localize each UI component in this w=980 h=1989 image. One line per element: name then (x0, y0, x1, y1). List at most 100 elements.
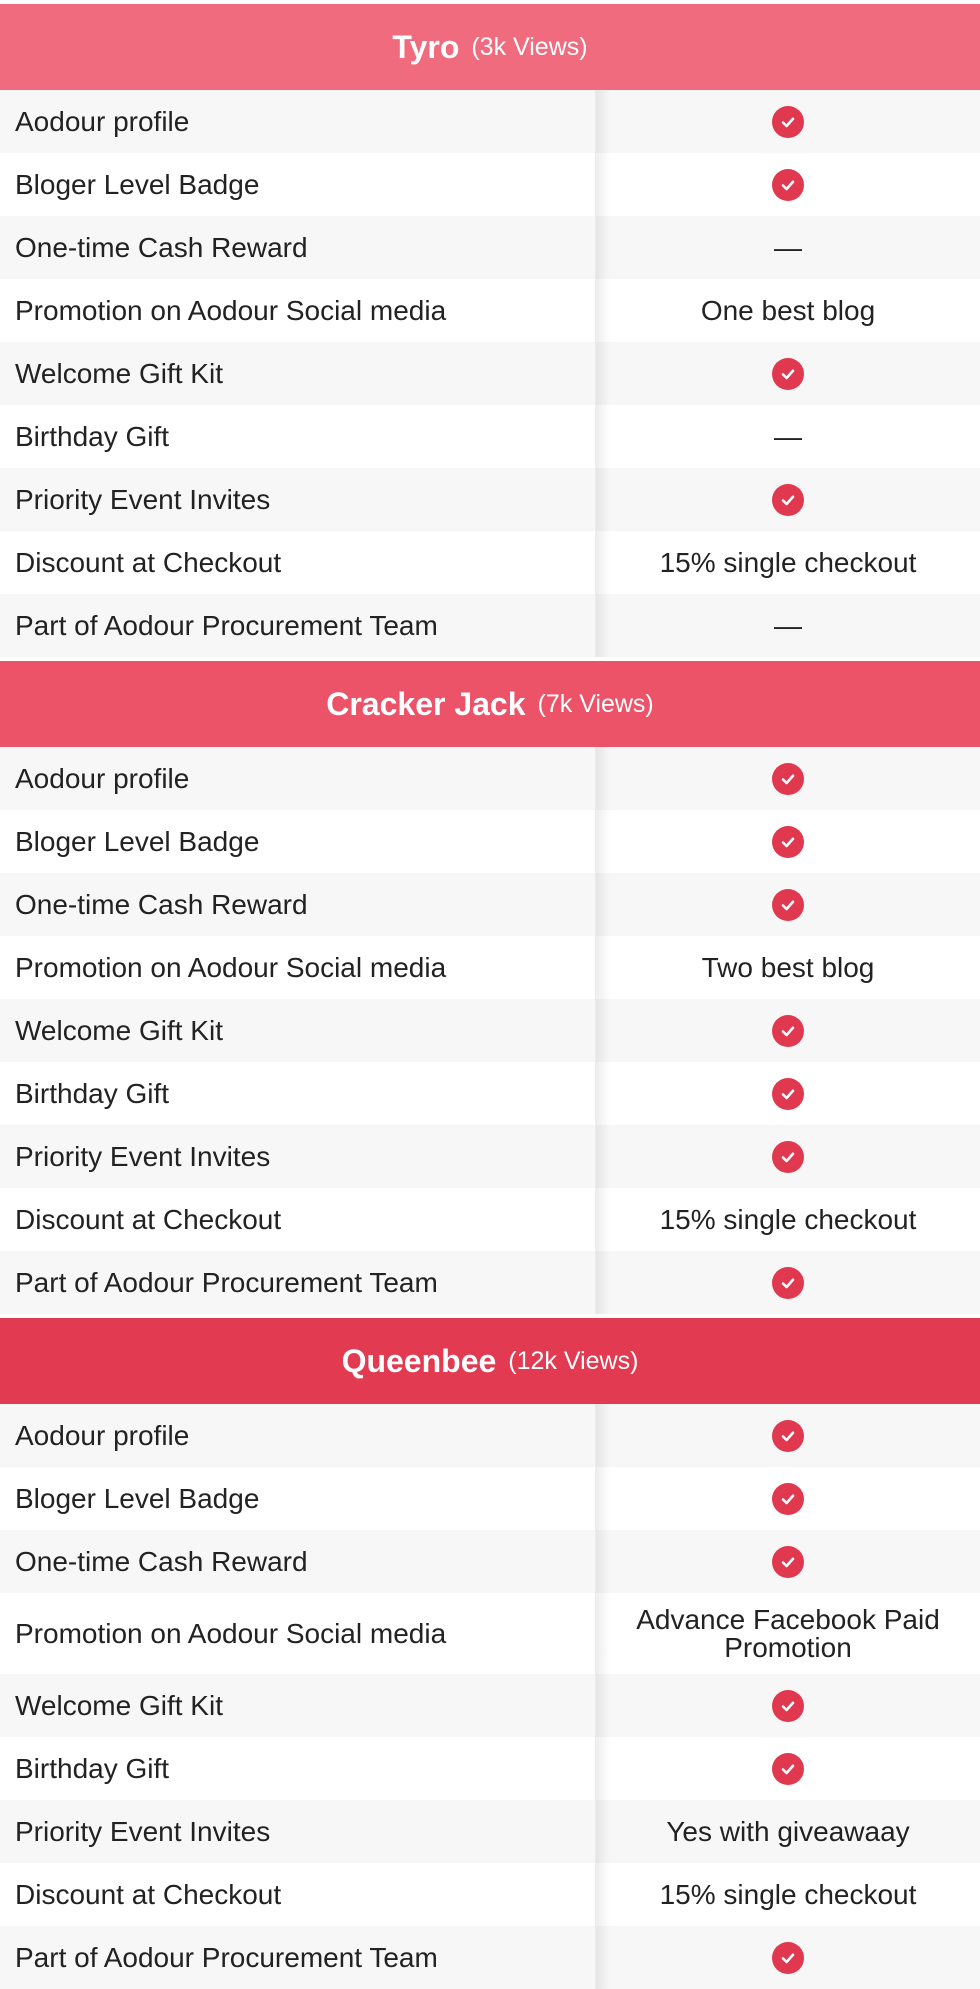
check-icon (772, 483, 804, 516)
feature-label: Priority Event Invites (0, 468, 596, 531)
feature-label: Welcome Gift Kit (0, 1674, 596, 1737)
feature-value: — (596, 216, 980, 279)
tier-header: Cracker Jack (7k Views) (0, 657, 980, 747)
table-row: Bloger Level Badge (0, 1467, 980, 1530)
feature-label: Aodour profile (0, 747, 596, 810)
feature-value: Advance Facebook Paid Promotion (596, 1593, 980, 1674)
check-icon (772, 1482, 804, 1515)
dash-icon: — (774, 420, 802, 452)
value-text: 15% single checkout (659, 1203, 917, 1235)
feature-label: Welcome Gift Kit (0, 342, 596, 405)
table-row: One-time Cash Reward — (0, 216, 980, 279)
table-row: Aodour profile (0, 90, 980, 153)
check-icon (772, 1941, 804, 1974)
check-icon (772, 1266, 804, 1299)
feature-value: 15% single checkout (596, 531, 980, 594)
table-row: Birthday Gift (0, 1062, 980, 1125)
feature-value (596, 1062, 980, 1125)
feature-label: One-time Cash Reward (0, 873, 596, 936)
check-icon (772, 357, 804, 390)
table-row: Part of Aodour Procurement Team (0, 1251, 980, 1314)
feature-label: Promotion on Aodour Social media (0, 279, 596, 342)
feature-value (596, 1530, 980, 1593)
check-icon (772, 1419, 804, 1452)
table-row: One-time Cash Reward (0, 873, 980, 936)
feature-value: — (596, 405, 980, 468)
feature-value (596, 153, 980, 216)
feature-label: Aodour profile (0, 90, 596, 153)
membership-tiers-table: Tyro (3k Views) Aodour profile Bloger Lev… (0, 0, 980, 1989)
feature-value (596, 1467, 980, 1530)
feature-label: Discount at Checkout (0, 1188, 596, 1251)
feature-label: Welcome Gift Kit (0, 999, 596, 1062)
table-row: Welcome Gift Kit (0, 342, 980, 405)
feature-label: Bloger Level Badge (0, 1467, 596, 1530)
feature-label: Part of Aodour Procurement Team (0, 1251, 596, 1314)
feature-label: Priority Event Invites (0, 1125, 596, 1188)
table-row: Promotion on Aodour Social media Two best… (0, 936, 980, 999)
table-row: Aodour profile (0, 747, 980, 810)
check-icon (772, 888, 804, 921)
dash-icon: — (774, 231, 802, 263)
tier-rows: Aodour profile Bloger Level Badge One-time… (0, 747, 980, 1314)
feature-value (596, 1737, 980, 1800)
feature-label: One-time Cash Reward (0, 216, 596, 279)
tier-name: Cracker Jack (326, 685, 526, 722)
feature-value: Two best blog (596, 936, 980, 999)
feature-value (596, 342, 980, 405)
value-text: One best blog (700, 294, 876, 326)
tier-name: Queenbee (341, 1342, 497, 1379)
feature-value (596, 1674, 980, 1737)
feature-value (596, 747, 980, 810)
tier-views: (3k Views) (471, 32, 588, 61)
feature-value: One best blog (596, 279, 980, 342)
feature-label: Discount at Checkout (0, 531, 596, 594)
feature-label: Promotion on Aodour Social media (0, 936, 596, 999)
feature-value (596, 810, 980, 873)
tier-views: (7k Views) (537, 689, 654, 718)
feature-value (596, 1125, 980, 1188)
feature-value: 15% single checkout (596, 1863, 980, 1926)
feature-label: Discount at Checkout (0, 1863, 596, 1926)
feature-label: Bloger Level Badge (0, 153, 596, 216)
table-row: Welcome Gift Kit (0, 1674, 980, 1737)
value-text: Two best blog (701, 951, 875, 983)
tier-header: Queenbee (12k Views) (0, 1314, 980, 1404)
feature-label: Birthday Gift (0, 405, 596, 468)
feature-label: One-time Cash Reward (0, 1530, 596, 1593)
table-row: Priority Event Invites (0, 1125, 980, 1188)
value-text: Advance Facebook Paid Promotion (636, 1603, 940, 1663)
feature-label: Aodour profile (0, 1404, 596, 1467)
tier-tyro: Tyro (3k Views) Aodour profile Bloger Lev… (0, 0, 980, 657)
feature-label: Part of Aodour Procurement Team (0, 1926, 596, 1989)
feature-value (596, 999, 980, 1062)
table-row: One-time Cash Reward (0, 1530, 980, 1593)
check-icon (772, 1545, 804, 1578)
feature-value (596, 1404, 980, 1467)
table-row: Part of Aodour Procurement Team — (0, 594, 980, 657)
table-row: Part of Aodour Procurement Team (0, 1926, 980, 1989)
feature-label: Birthday Gift (0, 1062, 596, 1125)
feature-label: Birthday Gift (0, 1737, 596, 1800)
check-icon (772, 1752, 804, 1785)
feature-label: Promotion on Aodour Social media (0, 1593, 596, 1674)
table-row: Discount at Checkout 15% single checkout (0, 531, 980, 594)
table-row: Birthday Gift (0, 1737, 980, 1800)
table-row: Birthday Gift — (0, 405, 980, 468)
feature-value (596, 90, 980, 153)
feature-value (596, 1251, 980, 1314)
value-text: 15% single checkout (659, 1878, 917, 1910)
value-text: Yes with giveawaay (666, 1815, 910, 1847)
table-row: Welcome Gift Kit (0, 999, 980, 1062)
feature-value (596, 1926, 980, 1989)
check-icon (772, 1689, 804, 1722)
dash-icon: — (774, 609, 802, 641)
check-icon (772, 1140, 804, 1173)
table-row: Promotion on Aodour Social media Advance … (0, 1593, 980, 1674)
table-row: Discount at Checkout 15% single checkout (0, 1188, 980, 1251)
table-row: Discount at Checkout 15% single checkout (0, 1863, 980, 1926)
table-row: Priority Event Invites Yes with giveawaay (0, 1800, 980, 1863)
check-icon (772, 762, 804, 795)
feature-label: Priority Event Invites (0, 1800, 596, 1863)
table-row: Aodour profile (0, 1404, 980, 1467)
